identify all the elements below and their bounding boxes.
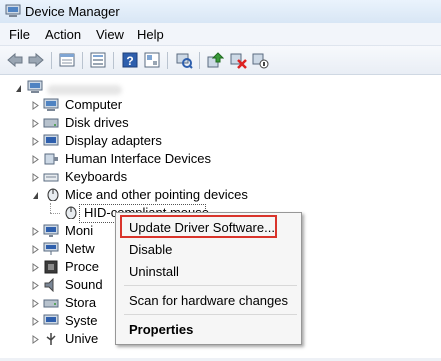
tree-item-label: Computer (65, 97, 123, 112)
help-icon[interactable]: ? (121, 51, 139, 69)
computer-icon (27, 80, 43, 93)
disable-item[interactable]: Disable (129, 242, 172, 257)
toolbar-separator (82, 52, 83, 69)
storage-icon (43, 299, 59, 308)
title-bar: Device Manager (0, 0, 441, 24)
tree-item-storage[interactable]: Stora (0, 294, 120, 312)
tree-item-computer[interactable]: Computer (0, 96, 200, 114)
expand-arrow-icon[interactable] (32, 299, 39, 308)
tree-root[interactable] (0, 79, 200, 97)
show-hide-tree-icon[interactable] (89, 51, 107, 69)
display-adapter-icon (43, 134, 59, 146)
disable-icon[interactable] (251, 51, 269, 69)
toolbar-separator (199, 52, 200, 69)
expand-arrow-icon[interactable] (32, 155, 39, 164)
tree-item-disk-drives[interactable]: Disk drives (0, 114, 200, 132)
properties-icon[interactable] (58, 51, 76, 69)
expand-arrow-icon[interactable] (32, 119, 39, 128)
hid-icon (44, 153, 58, 165)
sound-icon (44, 278, 54, 292)
tree-item-sound[interactable]: Sound (0, 276, 120, 294)
menu-file[interactable]: File (9, 27, 30, 42)
update-driver-icon[interactable] (206, 51, 224, 69)
keyboard-icon (43, 173, 59, 182)
context-menu-separator (124, 314, 297, 315)
computer-name-blurred (47, 85, 122, 95)
tree-item-label: Human Interface Devices (65, 151, 211, 166)
scan-hardware-icon[interactable] (175, 51, 193, 69)
tree-item-display-adapters[interactable]: Display adapters (0, 132, 200, 150)
tree-item-label: Moni (65, 223, 94, 238)
expand-arrow-icon[interactable] (32, 173, 39, 182)
tree-item-label: Syste (65, 313, 98, 328)
computer-icon (43, 98, 59, 111)
mouse-icon (65, 206, 77, 219)
tree-item-human-interface-devices[interactable]: Human Interface Devices (0, 150, 220, 168)
expand-arrow-icon[interactable] (32, 227, 39, 236)
expand-arrow-icon[interactable] (32, 335, 39, 344)
expand-arrow-icon[interactable] (32, 317, 39, 326)
forward-arrow-icon[interactable] (27, 51, 45, 69)
context-menu-separator (124, 285, 297, 286)
device-manager-icon (5, 4, 21, 17)
tree-item-processors[interactable]: Proce (0, 258, 120, 276)
menu-help[interactable]: Help (137, 27, 164, 42)
expand-arrow-icon[interactable] (32, 137, 39, 146)
toolbar-separator (113, 52, 114, 69)
network-icon (43, 242, 59, 255)
toolbar: ? (0, 46, 441, 75)
collapse-arrow-icon[interactable] (15, 84, 22, 93)
collapse-arrow-icon[interactable] (32, 191, 39, 200)
tree-item-label: Proce (65, 259, 99, 274)
tree-item-label: Sound (65, 277, 103, 292)
scan-for-hardware-changes-item[interactable]: Scan for hardware changes (129, 293, 288, 308)
menu-bar: File Action View Help (0, 23, 441, 46)
tree-item-system[interactable]: Syste (0, 312, 120, 330)
menu-action[interactable]: Action (45, 27, 81, 42)
expand-arrow-icon[interactable] (32, 101, 39, 110)
toolbar-separator (51, 52, 52, 69)
tree-item-label: Unive (65, 331, 99, 346)
tree-item-label: Stora (65, 295, 97, 310)
uninstall-item[interactable]: Uninstall (129, 264, 179, 279)
properties-item[interactable]: Properties (129, 322, 193, 337)
tree-item-label: Disk drives (65, 115, 129, 130)
tree-item-monitors[interactable]: Moni (0, 222, 120, 240)
tree-item-label: Keyboards (65, 169, 128, 184)
tree-item-label: Display adapters (65, 133, 162, 148)
monitor-icon (43, 224, 59, 237)
disk-drive-icon (43, 118, 59, 128)
highlight-annotation (120, 215, 277, 238)
svg-text:?: ? (126, 54, 133, 68)
expand-arrow-icon[interactable] (32, 281, 39, 290)
menu-view[interactable]: View (96, 27, 124, 42)
tree-item-keyboards[interactable]: Keyboards (0, 168, 200, 186)
usb-icon (46, 333, 56, 345)
back-arrow-icon[interactable] (6, 51, 24, 69)
tree-item-mice[interactable]: Mice and other pointing devices (0, 186, 280, 204)
toolbar-separator (167, 52, 168, 69)
expand-arrow-icon[interactable] (32, 263, 39, 272)
tree-item-usb[interactable]: Unive (0, 330, 120, 348)
tree-item-label: Mice and other pointing devices (65, 187, 248, 202)
tree-item-label: Netw (65, 241, 95, 256)
mouse-icon (47, 188, 59, 201)
expand-arrow-icon[interactable] (32, 245, 39, 254)
processor-icon (44, 260, 58, 274)
window-title: Device Manager (25, 4, 120, 19)
uninstall-icon[interactable] (229, 51, 247, 69)
system-icon (43, 314, 59, 325)
tree-item-network[interactable]: Netw (0, 240, 120, 258)
driver-update-icon[interactable] (143, 51, 161, 69)
